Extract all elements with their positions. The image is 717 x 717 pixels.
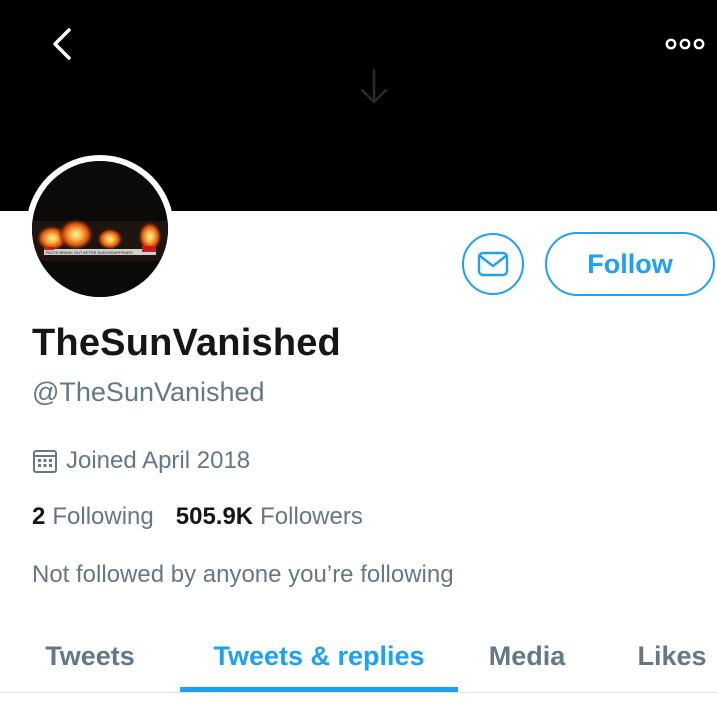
chevron-left-icon	[53, 28, 71, 60]
following-label: Following	[52, 503, 154, 530]
tab-tweets[interactable]: Tweets	[0, 620, 180, 692]
down-arrow-icon	[360, 68, 388, 104]
active-tab-indicator	[180, 687, 458, 692]
joined-text: Joined April 2018	[66, 447, 251, 474]
following-count: 2	[32, 503, 46, 530]
follow-stats: 2 Following 505.9K Followers	[32, 503, 363, 531]
avatar-image: RIOTS BREAK OUT AFTER SUN DISAPPEARS	[32, 161, 168, 297]
tab-tweets-and-replies[interactable]: Tweets & replies	[180, 620, 458, 692]
followers-label: Followers	[260, 503, 363, 530]
more-options-button[interactable]	[660, 26, 710, 62]
following-stat[interactable]: 2 Following	[32, 503, 154, 531]
display-name: TheSunVanished	[32, 322, 341, 364]
avatar-caption: RIOTS BREAK OUT AFTER SUN DISAPPEARS	[46, 250, 133, 255]
tab-likes[interactable]: Likes	[596, 620, 717, 692]
followers-stat[interactable]: 505.9K Followers	[176, 503, 363, 531]
calendar-icon	[33, 450, 57, 473]
profile-avatar[interactable]: RIOTS BREAK OUT AFTER SUN DISAPPEARS	[26, 155, 174, 303]
message-button[interactable]	[462, 233, 524, 295]
back-button[interactable]	[38, 22, 86, 66]
envelope-icon	[477, 251, 509, 277]
followers-count: 505.9K	[175, 503, 254, 530]
mutual-followers-note: Not followed by anyone you’re following	[32, 561, 454, 588]
profile-handle: @TheSunVanished	[32, 377, 265, 407]
profile-tabs: Tweets Tweets & replies Media Likes	[0, 620, 717, 693]
follow-button[interactable]: Follow	[545, 232, 715, 296]
avatar-news-still: RIOTS BREAK OUT AFTER SUN DISAPPEARS	[32, 161, 168, 297]
tab-media[interactable]: Media	[458, 620, 596, 692]
joined-date: Joined April 2018	[32, 446, 250, 476]
more-horizontal-icon	[665, 38, 705, 50]
